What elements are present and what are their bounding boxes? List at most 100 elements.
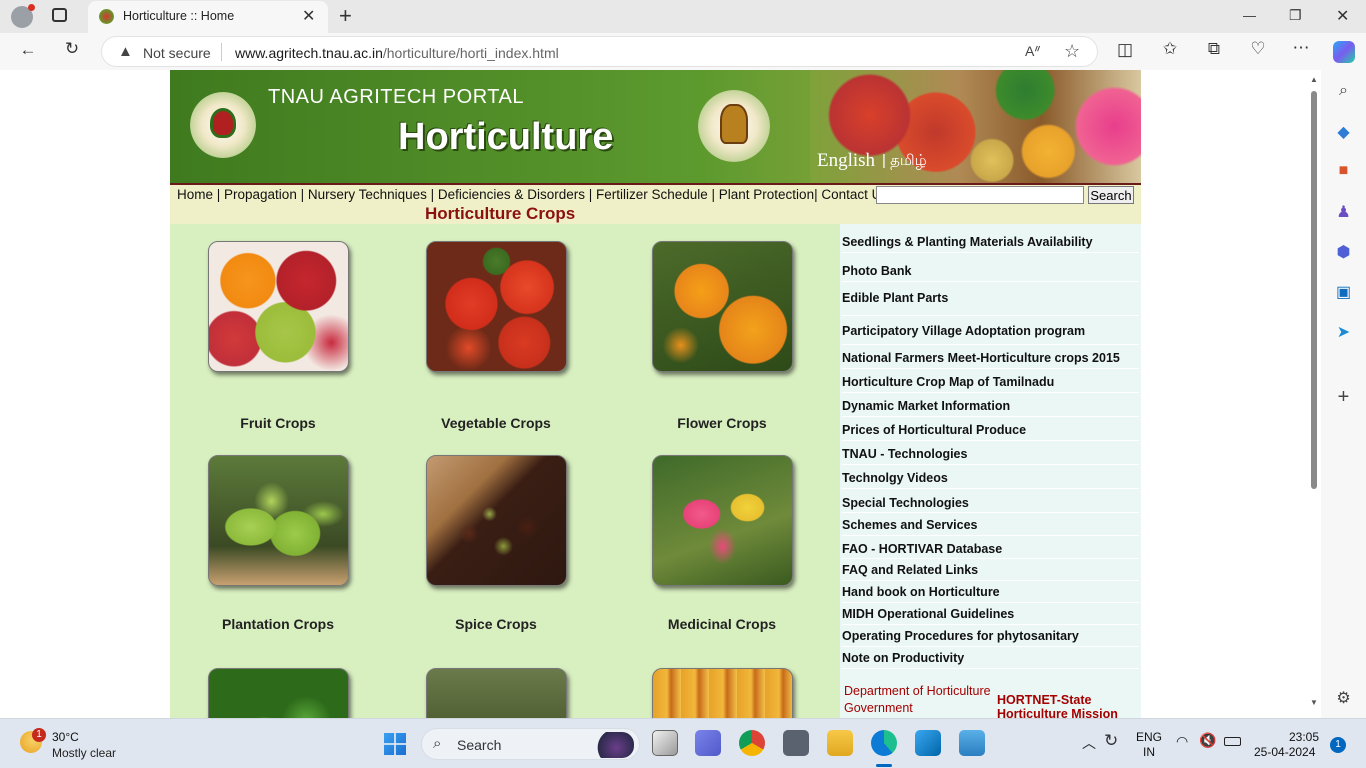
- back-icon[interactable]: ←: [16, 40, 40, 60]
- sync-icon[interactable]: ↻: [1104, 731, 1118, 751]
- flower-crops-image[interactable]: [652, 241, 793, 372]
- tab-actions-icon[interactable]: [52, 8, 67, 22]
- side-link[interactable]: FAQ and Related Links: [842, 559, 1139, 581]
- tnau-logo-inner: [210, 108, 236, 138]
- side-link[interactable]: Participatory Village Adoptation program: [842, 316, 1139, 345]
- sidebar-games-icon[interactable]: ♟: [1331, 202, 1356, 224]
- sidebar-tools-icon[interactable]: ■: [1331, 162, 1356, 184]
- refresh-icon[interactable]: ↻: [60, 39, 84, 59]
- clock-date[interactable]: 25-04-2024: [1254, 745, 1315, 759]
- sidebar-add-icon[interactable]: +: [1331, 386, 1356, 408]
- battery-icon[interactable]: [1224, 737, 1241, 746]
- medicinal-crops-image[interactable]: [652, 455, 793, 586]
- vegetable-crops-image[interactable]: [426, 241, 567, 372]
- plantation-crops-image[interactable]: [208, 455, 349, 586]
- processed-products-image[interactable]: [652, 668, 793, 718]
- hortnet-link[interactable]: HORTNET-State Horticulture Mission: [997, 693, 1137, 718]
- address-bar[interactable]: ▲ Not secure www.agritech.tnau.ac.in/hor…: [101, 36, 1098, 67]
- favorite-star-icon[interactable]: ☆: [1064, 41, 1080, 62]
- sidebar-search-icon[interactable]: ⌕: [1331, 82, 1356, 104]
- side-link[interactable]: Photo Bank: [842, 253, 1139, 282]
- forest-crops-image[interactable]: [426, 668, 567, 718]
- wifi-icon[interactable]: ◠: [1176, 733, 1188, 750]
- warning-icon[interactable]: ▲: [118, 43, 133, 60]
- lang-english-link[interactable]: English: [817, 150, 875, 172]
- side-link[interactable]: Special Technologies: [842, 489, 1139, 513]
- aromatic-crops-image[interactable]: [208, 668, 349, 718]
- sidebar-settings-icon[interactable]: ⚙: [1331, 688, 1356, 710]
- sidebar-send-icon[interactable]: ➤: [1331, 322, 1356, 344]
- task-view-icon[interactable]: [652, 730, 678, 756]
- more-menu-icon[interactable]: ⋯: [1289, 38, 1313, 58]
- volume-muted-icon[interactable]: 🔇: [1199, 732, 1216, 749]
- side-link[interactable]: Seedlings & Planting Materials Availabil…: [842, 224, 1139, 253]
- tab-horticulture[interactable]: Horticulture :: Home ✕: [88, 1, 328, 33]
- collections-icon[interactable]: ⧉: [1202, 39, 1226, 59]
- security-label[interactable]: Not secure: [143, 45, 211, 61]
- scroll-down-icon[interactable]: ▼: [1310, 698, 1318, 707]
- chrome-icon[interactable]: [739, 730, 765, 756]
- sidebar-outlook-icon[interactable]: ▣: [1331, 282, 1356, 304]
- tray-overflow-icon[interactable]: ︿: [1082, 733, 1096, 753]
- language-indicator[interactable]: ENG IN: [1136, 730, 1162, 760]
- side-link[interactable]: Schemes and Services: [842, 513, 1139, 536]
- side-link[interactable]: Prices of Horticultural Produce: [842, 417, 1139, 441]
- new-tab-button[interactable]: +: [339, 3, 352, 29]
- edge-active-indicator: [876, 764, 892, 767]
- browser-essentials-icon[interactable]: ♡: [1246, 39, 1270, 59]
- copilot-icon[interactable]: [1333, 41, 1355, 63]
- page-scrollbar[interactable]: ▲ ▼: [1306, 70, 1321, 718]
- url-text[interactable]: www.agritech.tnau.ac.in/horticulture/hor…: [235, 45, 559, 61]
- favorites-icon[interactable]: ✩: [1158, 39, 1182, 59]
- flower-crops-label[interactable]: Flower Crops: [622, 415, 822, 431]
- medicinal-crops-label[interactable]: Medicinal Crops: [622, 616, 822, 632]
- vegetable-crops-label[interactable]: Vegetable Crops: [396, 415, 596, 431]
- side-link[interactable]: Hand book on Horticulture: [842, 581, 1139, 603]
- notepad-icon[interactable]: [959, 730, 985, 756]
- edge-icon[interactable]: [871, 730, 897, 756]
- nav-links[interactable]: Home | Propagation | Nursery Techniques …: [177, 187, 888, 202]
- start-icon[interactable]: [384, 733, 406, 755]
- clock-time[interactable]: 23:05: [1279, 730, 1319, 745]
- side-link[interactable]: Note on Productivity: [842, 647, 1139, 669]
- side-link[interactable]: National Farmers Meet-Horticulture crops…: [842, 345, 1139, 369]
- scroll-thumb[interactable]: [1311, 91, 1317, 489]
- read-aloud-icon[interactable]: Aᐥ: [1025, 43, 1041, 60]
- side-link[interactable]: Dynamic Market Information: [842, 393, 1139, 417]
- scroll-up-icon[interactable]: ▲: [1310, 75, 1318, 84]
- weather-temp[interactable]: 30°C: [52, 730, 79, 744]
- sidebar-office-icon[interactable]: ⬢: [1331, 242, 1356, 264]
- taskbar-search[interactable]: ⌕ Search: [421, 728, 640, 760]
- close-window-button[interactable]: ✕: [1336, 6, 1349, 26]
- teams-icon[interactable]: [695, 730, 721, 756]
- file-explorer-icon[interactable]: [827, 730, 853, 756]
- side-link[interactable]: Operating Procedures for phytosanitary: [842, 625, 1139, 647]
- fruit-crops-label[interactable]: Fruit Crops: [178, 415, 378, 431]
- notification-badge[interactable]: 1: [1330, 737, 1346, 753]
- sidebar-shopping-icon[interactable]: ◆: [1331, 122, 1356, 144]
- tab-close-icon[interactable]: ✕: [302, 6, 315, 26]
- split-screen-icon[interactable]: ◫: [1113, 40, 1137, 60]
- maximize-button[interactable]: ❐: [1289, 7, 1302, 24]
- weather-desc[interactable]: Mostly clear: [52, 746, 116, 760]
- plantation-crops-label[interactable]: Plantation Crops: [178, 616, 378, 632]
- vscode-icon[interactable]: [915, 730, 941, 756]
- spice-crops-label[interactable]: Spice Crops: [396, 616, 596, 632]
- side-link[interactable]: Horticulture Crop Map of Tamilnadu: [842, 369, 1139, 393]
- tab-title: Horticulture :: Home: [123, 9, 235, 23]
- site-favicon-icon: [99, 9, 114, 24]
- spice-crops-image[interactable]: [426, 455, 567, 586]
- dept-horticulture-link[interactable]: Department of Horticulture Government: [844, 683, 994, 717]
- side-link[interactable]: TNAU - Technologies: [842, 441, 1139, 465]
- search-highlight-icon: [590, 732, 634, 758]
- side-link[interactable]: MIDH Operational Guidelines: [842, 603, 1139, 625]
- lang-tamil-link[interactable]: | தமிழ்: [882, 152, 927, 171]
- site-search-button[interactable]: Search: [1088, 186, 1134, 204]
- camera-icon[interactable]: [783, 730, 809, 756]
- fruit-crops-image[interactable]: [208, 241, 349, 372]
- side-link[interactable]: FAO - HORTIVAR Database: [842, 536, 1139, 559]
- side-link[interactable]: Edible Plant Parts: [842, 282, 1139, 316]
- site-search-input[interactable]: [876, 186, 1084, 204]
- minimize-button[interactable]: —: [1243, 8, 1256, 23]
- side-link[interactable]: Technolgy Videos: [842, 465, 1139, 489]
